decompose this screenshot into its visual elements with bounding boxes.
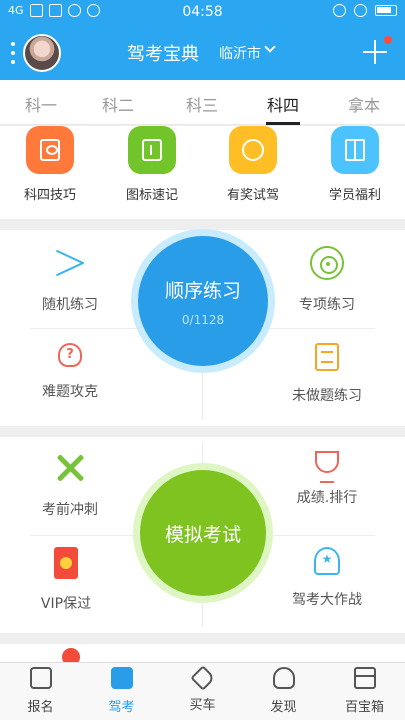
battle-label: 驾考大作战: [292, 592, 362, 608]
trophy-icon: [315, 451, 339, 483]
menu-dots-icon[interactable]: [10, 42, 16, 64]
nav-label: 报名: [27, 700, 54, 715]
nav-signup[interactable]: 报名: [0, 667, 81, 715]
tab-subject-2[interactable]: 科二: [88, 92, 148, 116]
steering-wheel-icon: [229, 126, 277, 174]
quick-link-label: 学员福利: [328, 188, 381, 203]
book-icon: [26, 126, 74, 174]
battle-item[interactable]: 驾考大作战: [267, 547, 387, 609]
quick-links: 科四技巧 图标速记 有奖试驾 学员福利: [0, 126, 405, 219]
ranking-item[interactable]: 成绩.排行: [267, 451, 387, 507]
quick-link-tips[interactable]: 科四技巧: [5, 126, 95, 203]
notification-dot: [384, 36, 392, 44]
nav-toolbox[interactable]: 百宝箱: [324, 667, 405, 715]
nav-label: 买车: [189, 698, 216, 713]
id-card-icon: [29, 667, 52, 689]
sprint-label: 考前冲刺: [42, 502, 98, 518]
next-section-peek: [0, 644, 405, 662]
subject-tabs: 科一 科二 科三 科四 拿本: [0, 80, 405, 125]
sign-board-icon: [128, 126, 176, 174]
nav-buy-car[interactable]: 买车: [162, 665, 243, 713]
difficult-practice-label: 难题攻克: [42, 384, 98, 400]
vip-label: VIP保过: [40, 596, 92, 612]
active-tab-indicator: [266, 122, 300, 125]
tab-subject-3[interactable]: 科三: [172, 92, 232, 116]
ranking-label: 成绩.排行: [296, 490, 358, 506]
alarm-icon: [333, 4, 346, 17]
quick-link-signs[interactable]: 图标速记: [107, 126, 197, 203]
pencil-note-icon: [110, 667, 133, 689]
sequential-practice-title: 顺序练习: [164, 279, 241, 302]
sequential-progress: 0/1128: [181, 312, 225, 327]
random-practice-item[interactable]: 随机练习: [10, 246, 130, 314]
avatar[interactable]: [23, 34, 61, 72]
price-tag-icon: [189, 665, 216, 691]
mock-exam-button[interactable]: 模拟考试: [140, 470, 266, 596]
special-practice-item[interactable]: 专项练习: [267, 246, 387, 314]
special-practice-label: 专项练习: [299, 297, 355, 313]
tab-subject-4[interactable]: 科四: [253, 92, 313, 116]
city-selector[interactable]: 临沂市: [219, 43, 261, 63]
vip-item[interactable]: VIP保过: [6, 547, 126, 613]
quick-link-test-drive[interactable]: 有奖试驾: [208, 126, 298, 203]
quick-link-label: 图标速记: [125, 188, 178, 203]
nav-label: 百宝箱: [344, 700, 384, 715]
person-icon: [272, 667, 295, 689]
difficult-practice-item[interactable]: 难题攻克: [10, 343, 130, 401]
battery-icon: [375, 5, 397, 16]
quick-link-label: 科四技巧: [23, 188, 76, 203]
bottom-nav: 报名 驾考 买车 发现 百宝箱: [0, 662, 405, 720]
nav-label: 驾考: [108, 700, 135, 715]
tab-subject-1[interactable]: 科一: [11, 92, 71, 116]
add-icon[interactable]: [363, 40, 387, 64]
undone-practice-label: 未做题练习: [292, 388, 362, 404]
treasure-box-icon: [353, 667, 376, 689]
nav-exam[interactable]: 驾考: [81, 667, 162, 715]
sequential-practice-button[interactable]: 顺序练习 0/1128: [138, 236, 268, 366]
lightbulb-question-icon: [58, 343, 82, 367]
nav-discover[interactable]: 发现: [243, 667, 324, 715]
trophy-cup-icon: [314, 547, 340, 575]
app-title: 驾考宝典: [127, 44, 199, 65]
status-bar: 4G 04:58: [0, 0, 405, 26]
tab-license[interactable]: 拿本: [334, 92, 394, 116]
document-icon: [315, 343, 339, 371]
gift-icon: [331, 126, 379, 174]
quick-link-label: 有奖试驾: [226, 188, 279, 203]
sprint-item[interactable]: 考前冲刺: [10, 451, 130, 519]
target-icon: [310, 246, 344, 280]
mock-exam-title: 模拟考试: [164, 523, 241, 546]
crossed-swords-icon: [53, 451, 87, 485]
wifi-icon: [354, 4, 367, 17]
status-right: [333, 4, 397, 17]
nav-label: 发现: [270, 700, 297, 715]
shuffle-icon: [53, 246, 87, 280]
undone-practice-item[interactable]: 未做题练习: [267, 343, 387, 405]
app-header: 驾考宝典 临沂市: [0, 26, 405, 80]
random-practice-label: 随机练习: [42, 297, 98, 313]
chevron-down-icon[interactable]: [264, 41, 276, 53]
quick-link-benefits[interactable]: 学员福利: [310, 126, 400, 203]
red-envelope-icon: [54, 547, 78, 579]
